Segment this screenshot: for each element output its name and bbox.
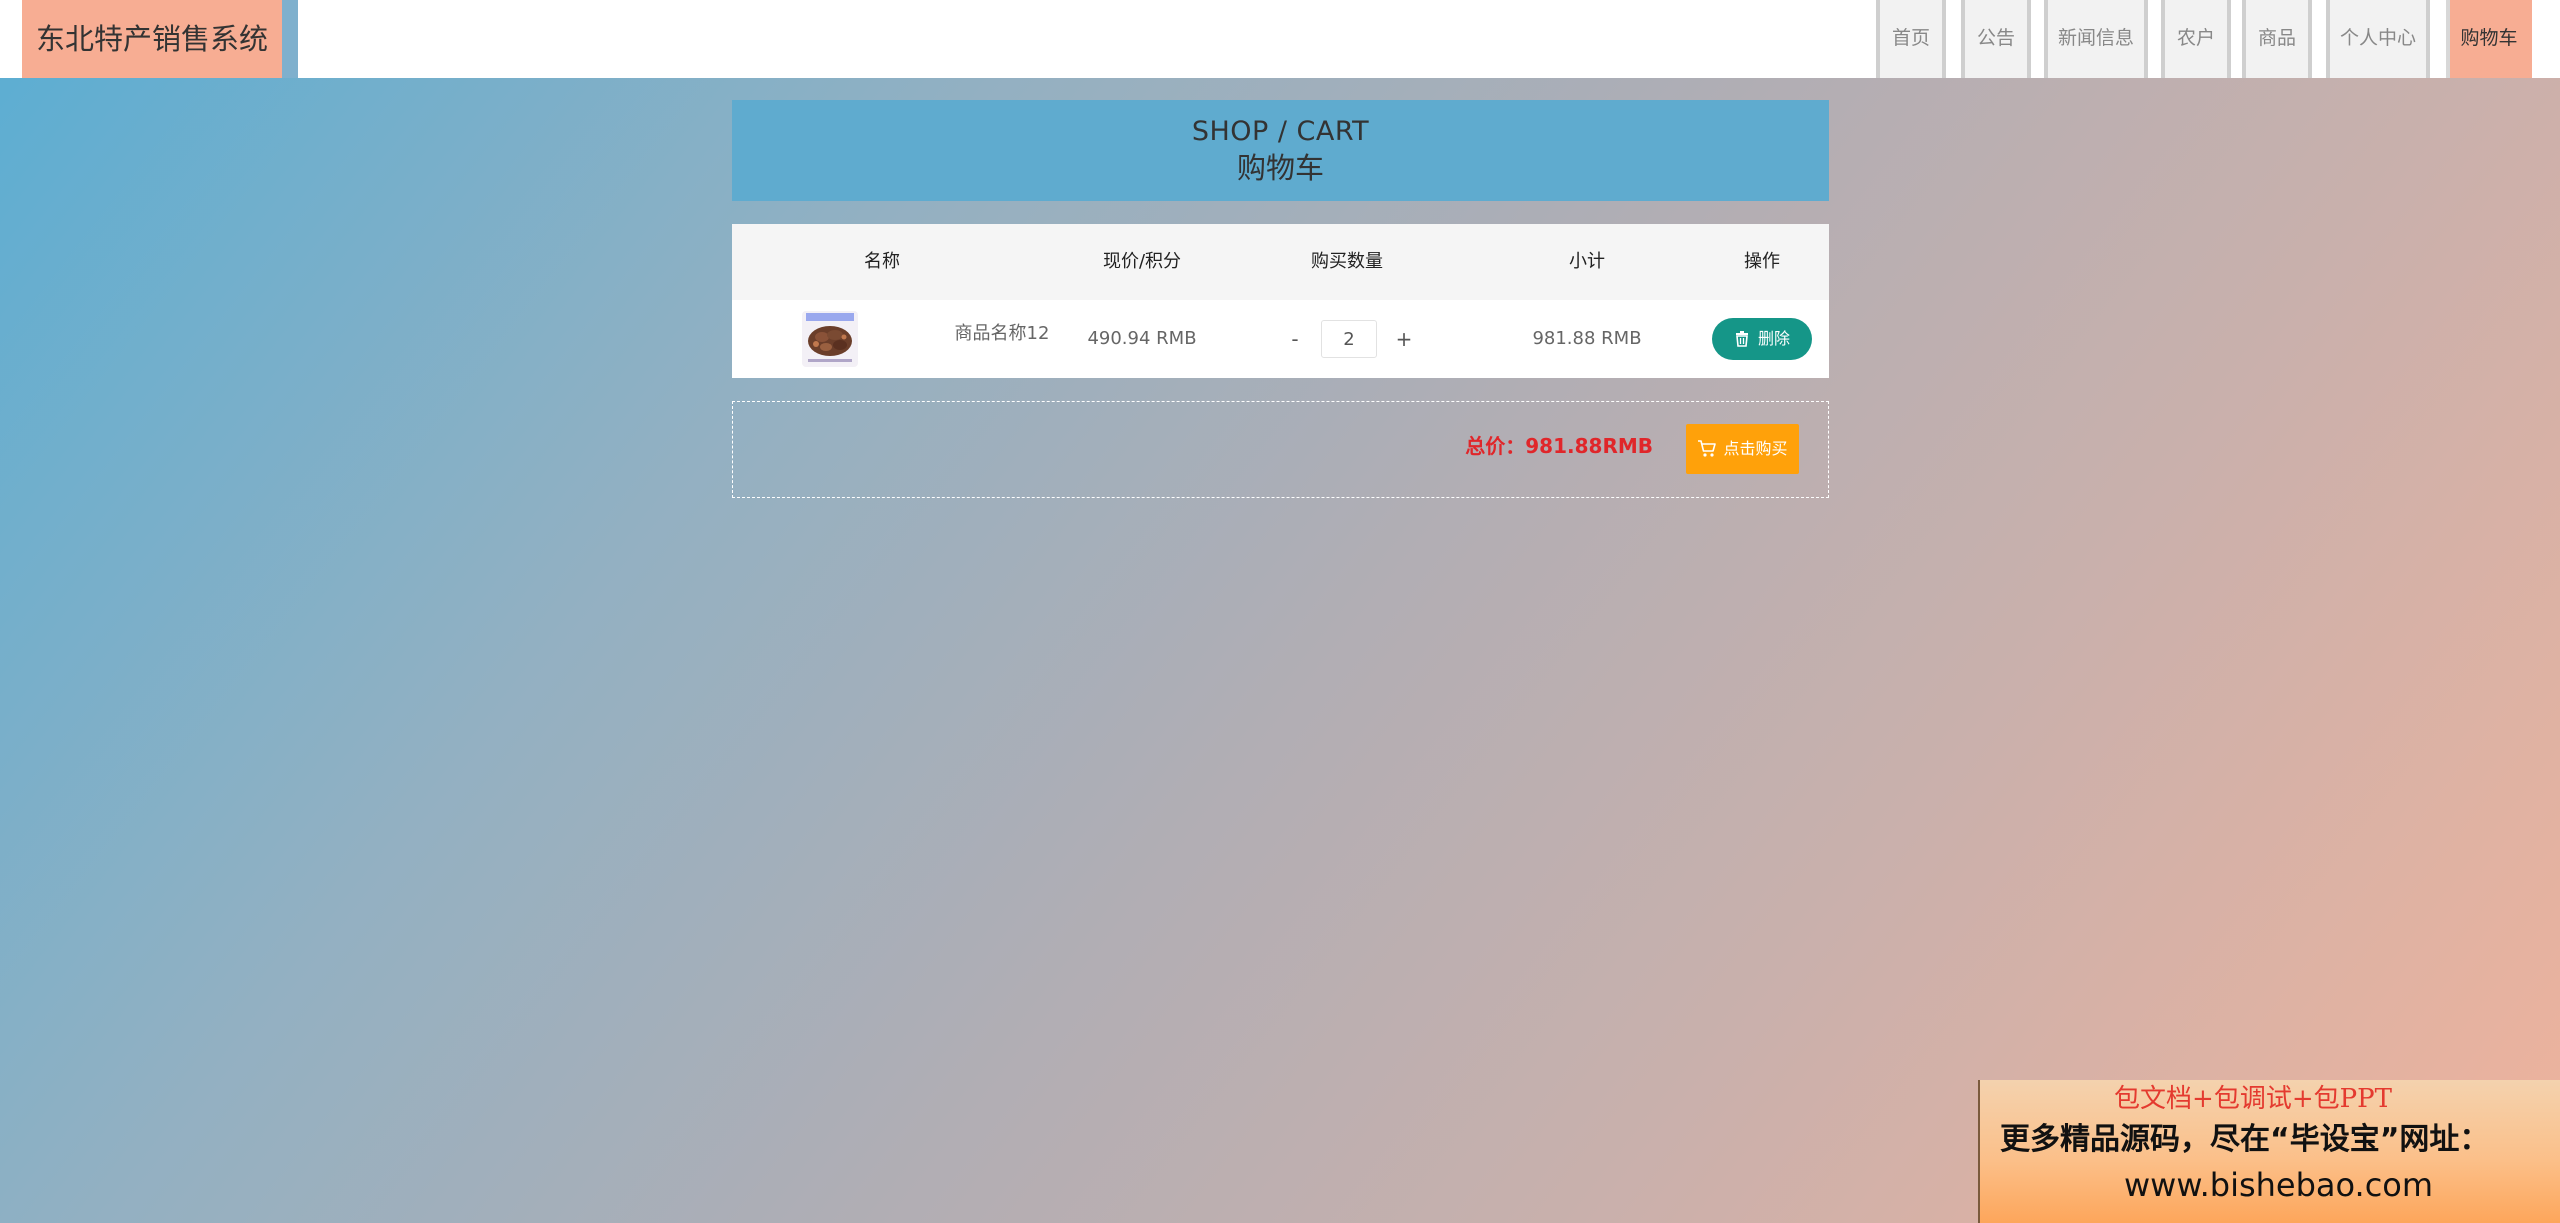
product-price: 490.94 RMB — [1087, 328, 1197, 349]
nav-item-products[interactable]: 商品 — [2242, 0, 2312, 78]
quantity-increment-button[interactable]: + — [1391, 322, 1417, 356]
cart-table: 名称 现价/积分 购买数量 小计 操作 商品名称12 490.94 RMB - … — [732, 224, 1829, 378]
site-brand[interactable]: 东北特产销售系统 — [22, 0, 282, 78]
checkout-button-label: 点击购买 — [1723, 439, 1788, 458]
table-row: 商品名称12 490.94 RMB - + 981.88 RMB 删除 — [732, 300, 1829, 378]
column-header-price: 现价/积分 — [1102, 251, 1182, 272]
cart-total: 总价：981.88RMB — [1465, 434, 1653, 458]
page-title-banner: SHOP / CART 购物车 — [732, 100, 1829, 201]
delete-button-label: 删除 — [1757, 329, 1790, 348]
delete-button[interactable]: 删除 — [1712, 318, 1812, 360]
promo-url: www.bishebao.com — [2124, 1166, 2434, 1204]
product-image — [802, 311, 858, 367]
product-thumbnail[interactable] — [802, 311, 858, 367]
quantity-input[interactable] — [1321, 320, 1377, 358]
promo-banner[interactable]: 包文档+包调试+包PPT 更多精品源码，尽在“毕设宝”网址： www.bishe… — [1978, 1080, 2560, 1223]
checkout-button[interactable]: 点击购买 — [1686, 424, 1799, 474]
nav-item-farmers[interactable]: 农户 — [2161, 0, 2231, 78]
promo-line-1: 包文档+包调试+包PPT — [2114, 1084, 2392, 1114]
nav-item-cart[interactable]: 购物车 — [2446, 0, 2532, 78]
column-header-quantity: 购买数量 — [1311, 251, 1383, 272]
cart-summary: 总价：981.88RMB 点击购买 — [732, 401, 1829, 498]
brand-divider — [282, 0, 298, 78]
column-header-actions: 操作 — [1744, 251, 1780, 272]
page-title-cn: 购物车 — [1236, 151, 1324, 185]
top-navbar: 东北特产销售系统 首页 公告 新闻信息 农户 商品 个人中心 购物车 — [0, 0, 2560, 78]
nav-item-profile[interactable]: 个人中心 — [2326, 0, 2430, 78]
quantity-decrement-button[interactable]: - — [1282, 322, 1308, 356]
cart-table-header: 名称 现价/积分 购买数量 小计 操作 — [732, 224, 1829, 300]
trash-icon — [1735, 331, 1748, 347]
column-header-subtotal: 小计 — [1569, 251, 1605, 272]
cart-icon — [1698, 440, 1717, 457]
promo-line-2: 更多精品源码，尽在“毕设宝”网址： — [2000, 1122, 2490, 1157]
column-header-name: 名称 — [864, 251, 900, 272]
nav-item-announcement[interactable]: 公告 — [1961, 0, 2031, 78]
row-subtotal: 981.88 RMB — [1532, 328, 1642, 349]
nav-item-news[interactable]: 新闻信息 — [2044, 0, 2148, 78]
nav-item-home[interactable]: 首页 — [1876, 0, 1946, 78]
page-title-en: SHOP / CART — [1191, 116, 1370, 147]
